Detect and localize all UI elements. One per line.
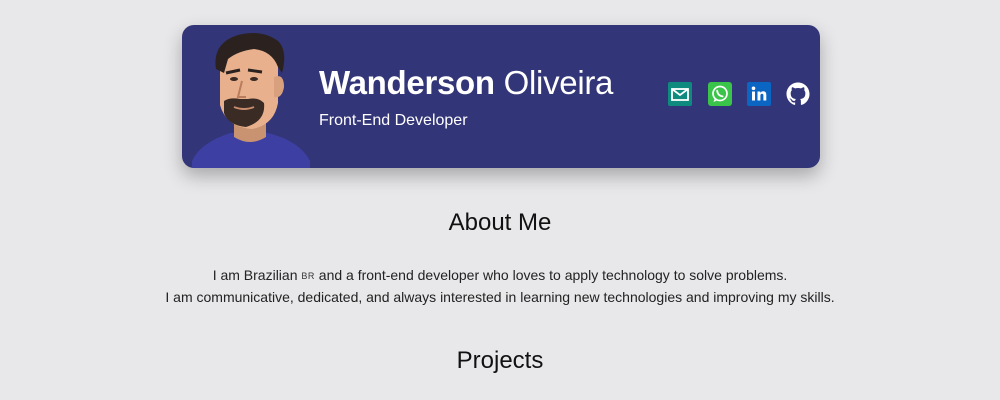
about-line-2: I am communicative, dedicated, and alway… (165, 289, 835, 305)
last-name: Oliveira (503, 64, 614, 101)
about-title: About Me (448, 209, 552, 236)
avatar (192, 33, 310, 168)
about-line-1: I am Brazilian BR and a front-end develo… (0, 265, 1000, 287)
about-line-1-start: I am Brazilian (212, 267, 302, 283)
brazil-flag-icon: BR (301, 271, 315, 281)
linkedin-icon[interactable] (747, 82, 771, 106)
github-icon[interactable] (786, 82, 810, 106)
email-icon[interactable] (668, 82, 692, 106)
about-line-1-end: and a front-end developer who loves to a… (314, 267, 788, 283)
page: Wanderson Oliveira Front-End Developer A… (0, 0, 1000, 400)
profile-role: Front-End Developer (319, 112, 468, 129)
first-name: Wanderson (319, 64, 495, 101)
profile-name: Wanderson Oliveira (319, 63, 613, 103)
whatsapp-icon[interactable] (708, 82, 732, 106)
projects-title: Projects (456, 347, 544, 374)
about-text: I am Brazilian BR and a front-end develo… (0, 265, 1000, 308)
profile-card: Wanderson Oliveira Front-End Developer (182, 25, 820, 168)
